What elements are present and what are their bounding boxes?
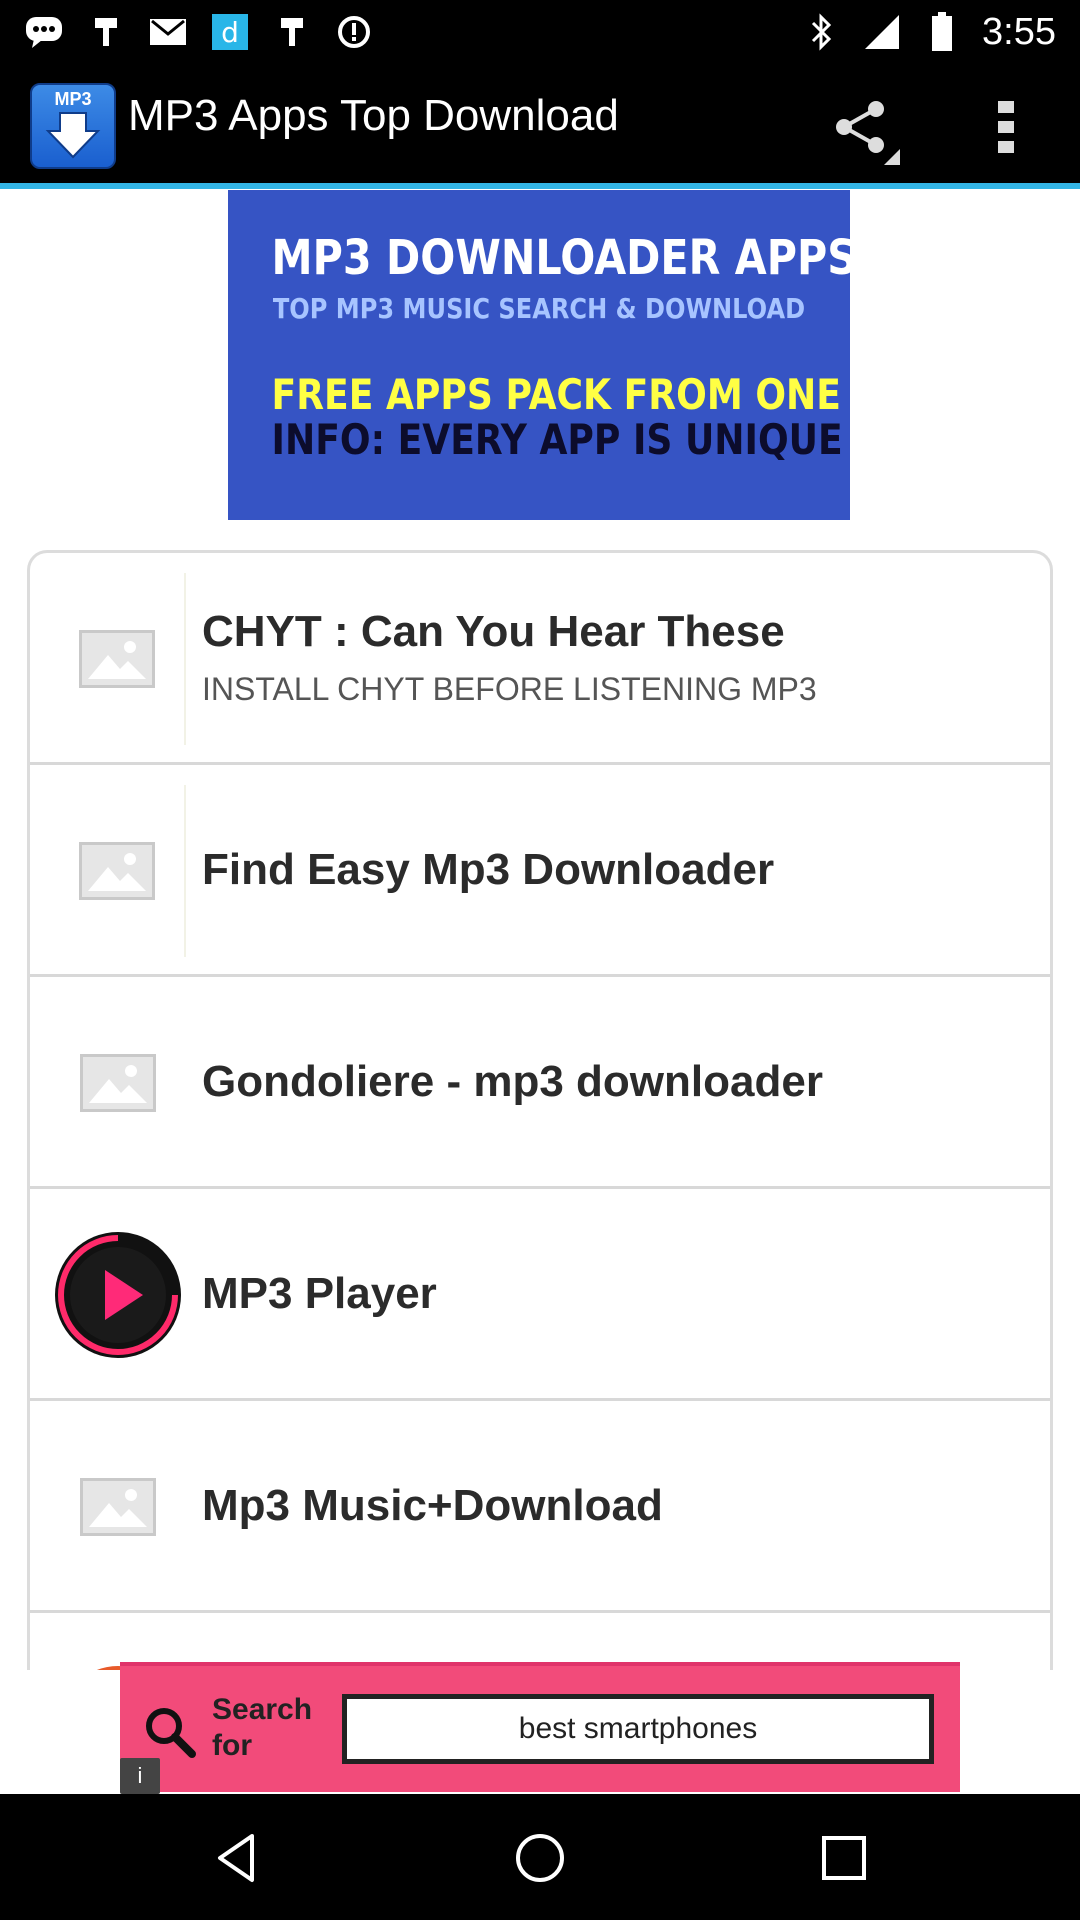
list-item-text: CHYT : Can You Hear These INSTALL CHYT B… [202,553,1034,762]
list-item-subtitle: INSTALL CHYT BEFORE LISTENING MP3 [202,671,817,707]
list-item[interactable]: Mp3 Music+Download [30,1401,1050,1613]
ad-info-icon[interactable]: i [120,1758,160,1794]
play-icon [55,1232,181,1358]
back-icon [218,1834,254,1882]
list-item[interactable]: CHYT : Can You Hear These INSTALL CHYT B… [30,553,1050,765]
ad-banner[interactable]: Search for best smartphones i [120,1662,960,1794]
list-item-text: MP3 Player [202,1189,1034,1398]
home-button[interactable] [490,1816,590,1900]
action-bar-divider [0,183,1080,189]
status-bar: d 3:55 [0,0,1080,63]
bluetooth-icon [802,12,842,52]
svg-text:d: d [221,16,239,49]
back-button[interactable] [186,1816,286,1900]
list-item-text: Find Easy Mp3 Downloader [202,765,1034,974]
list-item[interactable]: Find Easy Mp3 Downloader [30,765,1050,977]
signal-icon [862,12,902,52]
action-bar: MP3 MP3 Apps Top Download [0,63,1080,185]
list-item-title: Find Easy Mp3 Downloader [202,844,775,894]
ad-search-field[interactable]: best smartphones [342,1694,934,1764]
recents-icon [822,1836,866,1880]
list-item[interactable]: Gondoliere - mp3 downloader [30,977,1050,1189]
image-placeholder-icon [79,842,155,900]
banner-headline: MP3 DOWNLOADER APPS [271,230,857,286]
system-icons: 3:55 [802,10,1056,54]
banner-line-4: INFO: EVERY APP IS UNIQUE [271,415,843,464]
image-placeholder-icon [80,1478,156,1536]
list-item-text: Gondoliere - mp3 downloader [202,977,1034,1186]
search-icon [146,1708,196,1758]
mail-icon [148,12,188,52]
battery-icon [922,12,962,52]
page-title: MP3 Apps Top Download [128,91,619,140]
notification-icons: d [24,10,374,54]
app-thumbnail [50,1209,186,1381]
list-item-title: Gondoliere - mp3 downloader [202,1056,823,1106]
list-item-text: Mp3 Music+Download [202,1401,1034,1610]
notification-icon [272,12,312,52]
list-item-title: MP3 Player [202,1268,437,1318]
recents-button[interactable] [794,1816,894,1900]
more-vert-icon [998,101,1014,153]
share-icon [836,101,900,165]
image-placeholder-icon [79,630,155,688]
ad-label: Search for [212,1693,313,1762]
navigation-bar [0,1794,1080,1920]
app-logo[interactable]: MP3 [30,83,116,169]
banner-subheadline: TOP MP3 MUSIC SEARCH & DOWNLOAD [272,292,806,325]
list-item[interactable]: MP3 Player [30,1189,1050,1401]
banner-line-3: FREE APPS PACK FROM ONE [271,370,841,419]
notification-icon [86,12,126,52]
share-button[interactable] [820,85,904,169]
more-options-button[interactable] [968,85,1044,169]
download-arrow-icon [45,112,101,159]
app-thumbnail [50,573,186,745]
sync-icon [334,12,374,52]
home-icon [516,1834,564,1882]
promo-banner[interactable]: MP3 DOWNLOADER APPS TOP MP3 MUSIC SEARCH… [228,190,857,520]
dictionary-icon: d [210,12,250,52]
list-item-title: CHYT : Can You Hear These [202,607,785,656]
image-placeholder-icon [80,1054,156,1112]
list-item-title: Mp3 Music+Download [202,1480,663,1530]
messenger-icon [24,12,64,52]
status-time: 3:55 [982,10,1056,53]
app-thumbnail [50,997,186,1169]
app-list: CHYT : Can You Hear These INSTALL CHYT B… [27,550,1053,1670]
app-thumbnail [50,1421,186,1593]
app-thumbnail [50,785,186,957]
